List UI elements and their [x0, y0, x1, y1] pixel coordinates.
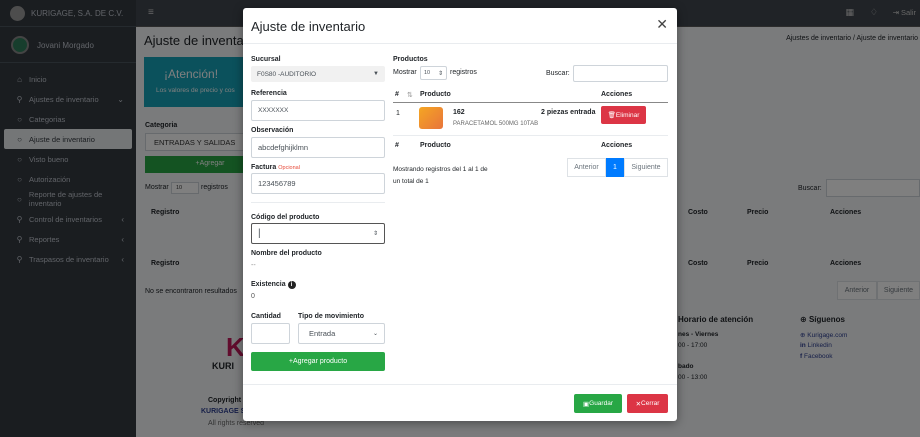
codigo-input[interactable]: | ⇕ — [251, 223, 385, 244]
close-icon[interactable]: ✕ — [656, 16, 668, 33]
divider — [251, 202, 385, 203]
referencia-label: Referencia — [251, 90, 287, 97]
row-qty: 2 piezas entrada — [541, 109, 596, 116]
col-acciones: Acciones — [601, 91, 633, 98]
modal-footer-divider — [243, 384, 677, 385]
observacion-input[interactable]: abcdefghijklmn — [251, 137, 385, 158]
col-acciones-foot: Acciones — [601, 142, 633, 149]
cerrar-label: Cerrar — [641, 400, 660, 407]
productos-label: Productos — [393, 56, 428, 63]
modal-header: Ajuste de inventario ✕ — [243, 8, 677, 44]
eliminar-button[interactable]: 🗑 Eliminar — [601, 106, 646, 124]
chevron-down-icon: ▼ — [373, 71, 379, 77]
next-page-button[interactable]: Siguiente — [624, 158, 668, 177]
factura-input[interactable]: 123456789 — [251, 173, 385, 194]
buscar-input[interactable] — [573, 65, 668, 82]
factura-optional: Opcional — [278, 165, 300, 171]
buscar-label: Buscar: — [546, 70, 570, 77]
modal-title: Ajuste de inventario — [251, 19, 366, 34]
add-product-label: Agregar producto — [293, 358, 348, 365]
cantidad-input[interactable] — [251, 323, 290, 344]
cantidad-label: Cantidad — [251, 313, 281, 320]
existencia-label: Existencia i — [251, 281, 296, 289]
sucursal-value: F0S80 -AUDITORIO — [257, 70, 317, 78]
chevron-down-icon: ⌄ — [372, 331, 378, 337]
sucursal-label: Sucursal — [251, 56, 281, 63]
product-image — [419, 107, 443, 129]
mostrar-select[interactable]: 10 ⇕ — [420, 66, 447, 80]
referencia-input[interactable]: XXXXXXX — [251, 100, 385, 121]
registros-label: registros — [450, 69, 477, 76]
existencia-value: 0 — [251, 293, 255, 300]
showing-text-1: Mostrando registros del 1 al 1 de — [393, 166, 488, 173]
row-num: 1 — [396, 110, 400, 117]
guardar-label: Guardar — [589, 400, 613, 407]
row-rule — [393, 135, 668, 136]
nombre-value: -- — [251, 262, 256, 269]
factura-label: Factura Opcional — [251, 164, 300, 171]
row-desc: PARACETAMOL 500MG 10TAB — [453, 121, 539, 127]
add-product-button[interactable]: + Agregar producto — [251, 352, 385, 371]
inventory-adjust-modal: Ajuste de inventario ✕ Sucursal F0S80 -A… — [243, 8, 677, 421]
page-1-button[interactable]: 1 — [606, 158, 624, 177]
showing-text-2: un total de 1 — [393, 178, 429, 185]
info-icon[interactable]: i — [287, 281, 296, 289]
prev-page-button[interactable]: Anterior — [567, 158, 606, 177]
spinner-icon[interactable]: ⇕ — [373, 230, 378, 237]
text-cursor: | — [258, 228, 261, 239]
guardar-button[interactable]: ▣ Guardar — [574, 394, 622, 413]
header-rule — [393, 102, 668, 103]
sort-icon[interactable]: ⇅ — [407, 91, 413, 99]
mostrar-label: Mostrar — [393, 69, 417, 76]
cerrar-button[interactable]: ✕ Cerrar — [627, 394, 668, 413]
col-producto[interactable]: Producto — [420, 91, 451, 98]
sucursal-select[interactable]: F0S80 -AUDITORIO ▼ — [251, 66, 385, 82]
spinner-icon: ⇕ — [437, 70, 443, 77]
tipo-value: Entrada — [309, 329, 336, 338]
col-num: # — [395, 91, 399, 98]
existencia-label-text: Existencia — [251, 281, 286, 288]
tipo-label: Tipo de movimiento — [298, 313, 364, 320]
nombre-label: Nombre del producto — [251, 250, 322, 257]
col-num-foot: # — [395, 142, 399, 149]
codigo-label: Código del producto — [251, 214, 320, 221]
trash-icon: 🗑 — [607, 112, 616, 119]
observacion-label: Observación — [251, 127, 294, 134]
mostrar-value: 10 — [424, 70, 431, 76]
row-code: 162 — [453, 109, 465, 116]
factura-label-text: Factura — [251, 164, 277, 171]
eliminar-label: Eliminar — [615, 111, 640, 119]
tipo-select[interactable]: Entrada ⌄ — [298, 323, 385, 344]
col-producto-foot: Producto — [420, 142, 451, 149]
